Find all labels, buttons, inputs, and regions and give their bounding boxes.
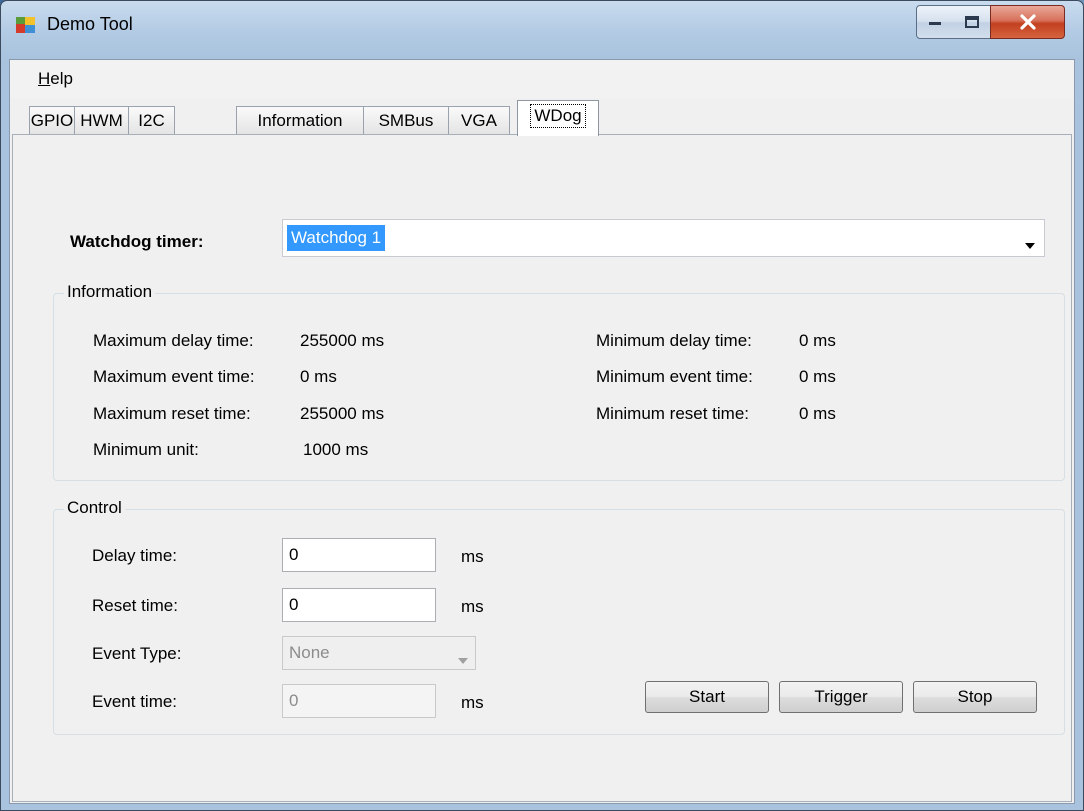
max-reset-label: Maximum reset time: <box>93 404 251 423</box>
watchdog-timer-value: Watchdog 1 <box>287 225 386 251</box>
event-type-select[interactable]: None <box>282 636 476 670</box>
trigger-button[interactable]: Trigger <box>779 681 903 713</box>
control-group-title: Control <box>64 498 125 518</box>
tab-hwm[interactable]: HWM <box>74 106 129 134</box>
tab-wdog-label: WDog <box>530 103 586 128</box>
reset-time-input[interactable] <box>282 588 436 622</box>
close-icon <box>1019 14 1036 30</box>
event-time-unit: ms <box>461 693 484 712</box>
window-title: Demo Tool <box>47 14 133 34</box>
watchdog-timer-label: Watchdog timer: <box>70 232 204 251</box>
minimize-button[interactable] <box>916 5 954 39</box>
start-button[interactable]: Start <box>645 681 769 713</box>
event-time-input[interactable] <box>282 684 436 718</box>
tab-information-label: Information <box>257 110 343 130</box>
reset-time-unit: ms <box>461 597 484 616</box>
tab-information[interactable]: Information <box>236 106 364 134</box>
min-reset-value: 0 ms <box>799 404 836 423</box>
menu-help[interactable]: Help <box>38 69 73 89</box>
menu-bar: Help <box>10 60 1074 98</box>
max-delay-value: 255000 ms <box>300 331 385 350</box>
tab-i2c-label: I2C <box>138 110 165 130</box>
close-button[interactable] <box>990 5 1065 39</box>
chevron-down-icon <box>1024 235 1036 255</box>
min-unit-value: 1000 ms <box>303 440 369 459</box>
tab-vga-label: VGA <box>461 110 497 130</box>
event-time-label: Event time: <box>92 692 178 711</box>
min-delay-label: Minimum delay time: <box>596 331 752 350</box>
stop-button[interactable]: Stop <box>913 681 1037 713</box>
tab-smbus-label: SMBus <box>378 110 434 130</box>
min-unit-label: Minimum unit: <box>93 440 199 459</box>
control-group: Control Delay time: ms Reset time: ms Ev… <box>53 498 1065 735</box>
max-reset-value: 255000 ms <box>300 404 385 423</box>
tab-vga[interactable]: VGA <box>448 106 510 134</box>
minimize-icon <box>929 22 941 25</box>
information-group: Information Maximum delay time: 255000 m… <box>53 282 1065 481</box>
min-delay-value: 0 ms <box>799 331 836 350</box>
delay-time-unit: ms <box>461 547 484 566</box>
min-event-label: Minimum event time: <box>596 367 753 386</box>
tab-gpio[interactable]: GPIO <box>29 106 75 134</box>
min-reset-label: Minimum reset time: <box>596 404 750 423</box>
reset-time-label: Reset time: <box>92 596 178 615</box>
maximize-button[interactable] <box>953 5 991 39</box>
event-type-label: Event Type: <box>92 644 182 663</box>
tab-smbus[interactable]: SMBus <box>363 106 449 134</box>
tab-gpio-label: GPIO <box>30 110 74 130</box>
information-group-title: Information <box>64 282 156 302</box>
menu-help-mnemonic: H <box>38 69 51 88</box>
max-event-label: Maximum event time: <box>93 367 255 386</box>
max-event-value: 0 ms <box>300 367 337 386</box>
chevron-down-icon <box>457 650 469 670</box>
client-area: Help GPIO HWM I2C Information SMBus VGA … <box>9 59 1075 804</box>
menu-help-rest: elp <box>50 69 73 88</box>
watchdog-timer-select[interactable]: Watchdog 1 <box>282 219 1045 257</box>
tab-i2c[interactable]: I2C <box>128 106 175 134</box>
maximize-icon <box>964 16 979 28</box>
wdog-tab-page: Watchdog timer: Watchdog 1 Information M… <box>12 134 1072 802</box>
app-window: Demo Tool Help GPIO HWM I2C Information … <box>0 0 1084 811</box>
tab-hwm-label: HWM <box>80 110 123 130</box>
min-event-value: 0 ms <box>799 367 836 386</box>
tab-strip: GPIO HWM I2C Information SMBus VGA WDog <box>10 100 1074 136</box>
max-delay-label: Maximum delay time: <box>93 331 254 350</box>
app-icon <box>15 15 37 37</box>
event-type-value: None <box>289 643 330 662</box>
delay-time-label: Delay time: <box>92 546 178 565</box>
title-bar[interactable]: Demo Tool <box>1 1 1083 59</box>
delay-time-input[interactable] <box>282 538 436 572</box>
tab-wdog[interactable]: WDog <box>517 100 599 136</box>
